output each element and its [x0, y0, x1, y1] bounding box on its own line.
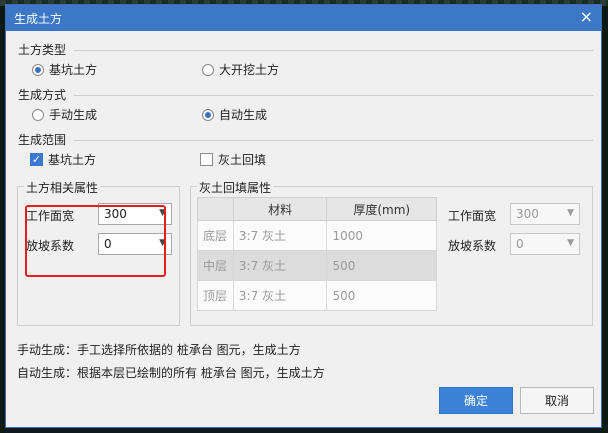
layer-cell[interactable]: 底层: [197, 220, 234, 251]
checkbox-checked-icon[interactable]: ✓: [30, 153, 43, 166]
backfill-slope-coef-label: 放坡系数: [448, 239, 497, 253]
radio-selected-icon[interactable]: [32, 63, 44, 76]
earthwork-type-label: 土方类型: [18, 43, 67, 57]
checkbox-lime-backfill[interactable]: 灰土回填: [200, 151, 266, 168]
thickness-cell[interactable]: 1000: [326, 220, 437, 251]
backfill-slope-coef-select[interactable]: 0 ▼: [510, 233, 580, 255]
earthwork-type-separator: [74, 50, 593, 51]
backfill-work-width-select[interactable]: 300 ▼: [510, 203, 580, 225]
radio-auto-generate[interactable]: 自动生成: [202, 106, 267, 123]
radio-auto-generate-label: 自动生成: [219, 108, 268, 122]
material-cell[interactable]: 3:7 灰土: [232, 220, 328, 251]
generation-scope-label: 生成范围: [18, 133, 67, 147]
backfill-slope-coef-value: 0: [516, 237, 524, 251]
checkbox-lime-backfill-label: 灰土回填: [218, 153, 267, 167]
close-icon[interactable]: ×: [580, 8, 593, 26]
dialog-title: 生成土方: [14, 12, 63, 26]
backfill-work-width-value: 300: [516, 207, 539, 221]
checkbox-pit-earthwork-label: 基坑土方: [48, 153, 97, 167]
radio-selected-icon[interactable]: [202, 108, 214, 121]
red-highlight-annotation: [25, 205, 166, 277]
radio-manual-generate-label: 手动生成: [49, 108, 98, 122]
table-header-material: 材料: [232, 197, 328, 221]
radio-mass-excavation-label: 大开挖土方: [219, 63, 280, 77]
radio-mass-excavation[interactable]: 大开挖土方: [202, 61, 279, 78]
material-cell[interactable]: 3:7 灰土: [232, 280, 328, 311]
generation-scope-separator: [74, 140, 593, 141]
manual-generate-note: 手动生成：手工选择所依据的 桩承台 图元，生成土方: [17, 343, 301, 357]
table-row[interactable]: 中层 3:7 灰土 500: [197, 250, 437, 281]
earthwork-props-title: 土方相关属性: [24, 179, 101, 196]
generation-mode-separator: [74, 95, 593, 96]
generation-mode-label: 生成方式: [18, 88, 67, 102]
backfill-props-title: 灰土回填属性: [197, 179, 274, 196]
checkbox-unchecked-icon[interactable]: [200, 153, 213, 166]
table-header-thickness: 厚度(mm): [326, 197, 437, 221]
dialog-titlebar: 生成土方 ×: [6, 5, 601, 31]
table-row[interactable]: 底层 3:7 灰土 1000: [197, 220, 437, 251]
backfill-layer-table: 材料 厚度(mm) 底层 3:7 灰土 1000 中层 3:7 灰土 500 顶…: [197, 197, 437, 311]
radio-unselected-icon[interactable]: [32, 108, 44, 121]
radio-pit-earthwork[interactable]: 基坑土方: [32, 61, 97, 78]
table-row[interactable]: 顶层 3:7 灰土 500: [197, 280, 437, 311]
thickness-cell[interactable]: 500: [326, 280, 437, 311]
radio-manual-generate[interactable]: 手动生成: [32, 106, 97, 123]
checkbox-pit-earthwork[interactable]: ✓ 基坑土方: [30, 151, 96, 168]
chevron-down-icon[interactable]: ▼: [567, 238, 574, 248]
auto-generate-note: 自动生成：根据本层已绘制的所有 桩承台 图元，生成土方: [17, 366, 325, 380]
layer-cell[interactable]: 顶层: [197, 280, 234, 311]
generate-earthwork-dialog: 生成土方 × 土方类型 基坑土方 大开挖土方 生成方式 手动生成 自动生成 生成…: [5, 4, 602, 428]
table-header-layer: [197, 197, 234, 221]
material-cell[interactable]: 3:7 灰土: [232, 250, 328, 281]
chevron-down-icon[interactable]: ▼: [567, 208, 574, 218]
layer-cell[interactable]: 中层: [197, 250, 234, 281]
thickness-cell[interactable]: 500: [326, 250, 437, 281]
cancel-button[interactable]: 取消: [520, 387, 594, 414]
radio-pit-earthwork-label: 基坑土方: [49, 63, 98, 77]
backfill-work-width-label: 工作面宽: [448, 209, 497, 223]
ok-button[interactable]: 确定: [439, 387, 513, 414]
radio-unselected-icon[interactable]: [202, 63, 214, 76]
